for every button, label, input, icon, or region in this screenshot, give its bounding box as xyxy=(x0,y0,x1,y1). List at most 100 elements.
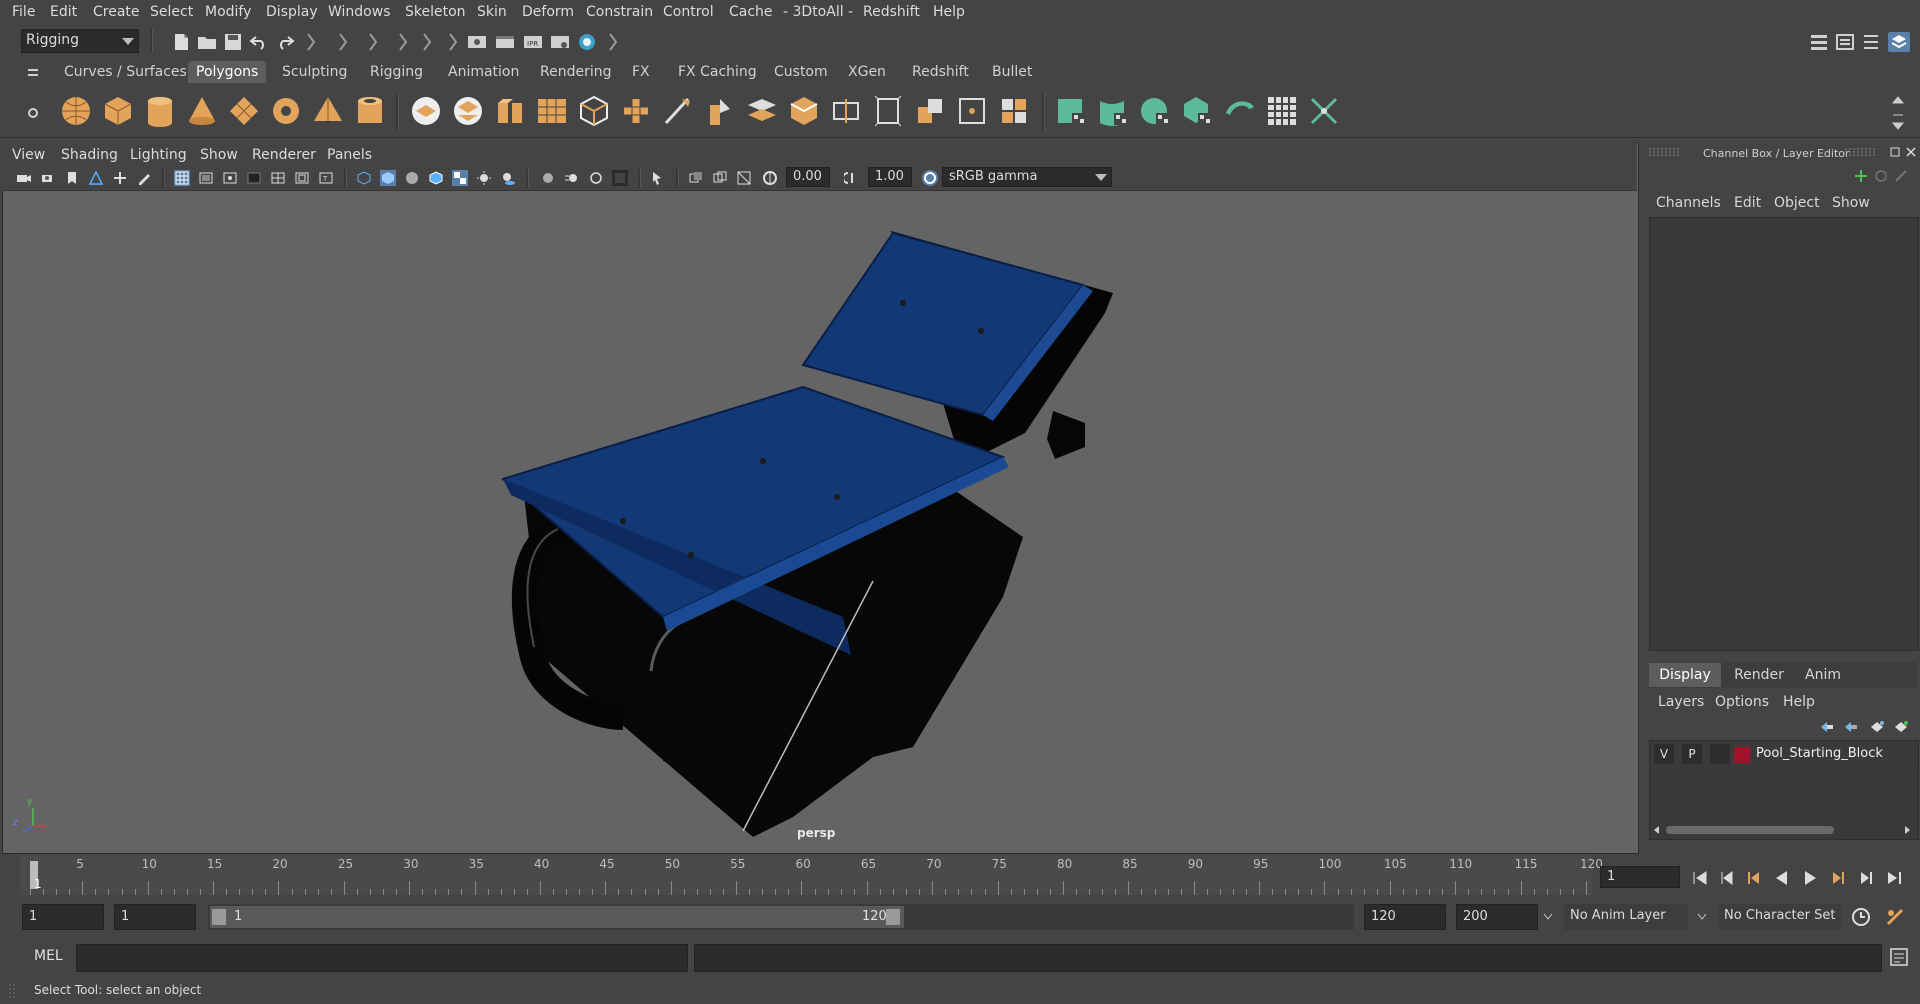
scene-render[interactable] xyxy=(3,191,1638,851)
wireframe-on-shaded-icon[interactable] xyxy=(428,170,444,186)
current-frame-field[interactable]: 1 xyxy=(1600,866,1680,888)
extrude-icon[interactable] xyxy=(492,93,528,129)
range-slider-handle[interactable]: 1 120 xyxy=(210,906,904,928)
color-management-icon[interactable] xyxy=(922,170,938,186)
rotate-icon[interactable] xyxy=(1873,168,1889,184)
step-forward-key-icon[interactable] xyxy=(1828,868,1848,888)
auto-key-icon[interactable] xyxy=(1850,906,1872,928)
collapse-arrow-icon[interactable] xyxy=(606,32,620,52)
bridge-icon[interactable] xyxy=(534,93,570,129)
safe-action-icon[interactable] xyxy=(294,170,310,186)
character-set-dropdown[interactable]: No Character Set xyxy=(1718,904,1842,930)
menu-skin[interactable]: Skin xyxy=(477,4,507,20)
menu-deform[interactable]: Deform xyxy=(522,4,574,20)
menu-modify[interactable]: Modify xyxy=(205,4,251,20)
play-forwards-icon[interactable] xyxy=(1800,868,1820,888)
cb-menu-edit[interactable]: Edit xyxy=(1734,195,1761,211)
cb-menu-channels[interactable]: Channels xyxy=(1656,195,1721,211)
range-slider-track[interactable]: 1 120 xyxy=(208,904,1354,930)
step-back-key-icon[interactable] xyxy=(1744,868,1764,888)
move-layer-up-icon[interactable] xyxy=(1819,720,1835,734)
gamma-icon[interactable] xyxy=(844,170,860,186)
grid-toggle-icon[interactable] xyxy=(174,170,190,186)
xray-joints-icon[interactable] xyxy=(712,170,728,186)
grease-pencil-icon[interactable] xyxy=(136,170,152,186)
connect-icon[interactable] xyxy=(744,93,780,129)
shelf-tab-xgen[interactable]: XGen xyxy=(840,61,894,83)
cb-menu-object[interactable]: Object xyxy=(1774,195,1820,211)
hypershade-icon[interactable] xyxy=(576,32,598,52)
chevron-down-icon[interactable] xyxy=(1542,912,1554,922)
poly-torus-icon[interactable] xyxy=(268,93,304,129)
scroll-left-icon[interactable] xyxy=(1652,825,1662,835)
redo-icon[interactable] xyxy=(274,32,296,52)
layer-menu-layers[interactable]: Layers xyxy=(1658,694,1704,710)
uv-unfold-icon[interactable] xyxy=(1222,93,1258,129)
toggle-tool-settings-icon[interactable] xyxy=(1860,32,1882,52)
scrollbar-thumb[interactable] xyxy=(1666,826,1834,834)
animation-start-field[interactable]: 1 xyxy=(22,904,104,930)
command-input[interactable] xyxy=(76,944,688,972)
toggle-channel-box-icon[interactable] xyxy=(1888,32,1910,52)
target-weld-icon[interactable] xyxy=(702,93,738,129)
float-panel-icon[interactable] xyxy=(1889,146,1901,158)
play-backwards-icon[interactable] xyxy=(1772,868,1792,888)
collapse-arrow-icon[interactable] xyxy=(420,32,434,52)
textured-icon[interactable] xyxy=(452,170,468,186)
animation-preferences-icon[interactable] xyxy=(1884,906,1906,928)
menu-file[interactable]: File xyxy=(12,4,35,20)
anti-aliasing-icon[interactable] xyxy=(588,170,604,186)
smooth-shade-icon[interactable] xyxy=(380,170,396,186)
shadows-icon[interactable] xyxy=(500,170,516,186)
screen-space-ao-icon[interactable] xyxy=(540,170,556,186)
menuset-dropdown[interactable]: Rigging xyxy=(21,29,139,53)
render-frame-icon[interactable] xyxy=(494,32,516,52)
layer-visibility-toggle[interactable]: V xyxy=(1654,744,1674,764)
menu-constrain[interactable]: Constrain xyxy=(586,4,653,20)
colorspace-dropdown[interactable]: sRGB gamma xyxy=(942,167,1112,187)
channel-list[interactable] xyxy=(1649,217,1919,651)
vp-menu-panels[interactable]: Panels xyxy=(327,147,372,163)
animation-end-field[interactable]: 200 xyxy=(1456,904,1538,930)
bounding-box-icon[interactable] xyxy=(870,93,906,129)
cb-menu-show[interactable]: Show xyxy=(1832,195,1870,211)
film-gate-icon[interactable] xyxy=(198,170,214,186)
exposure-field[interactable]: 0.00 xyxy=(786,167,830,187)
uv-editor-icon[interactable] xyxy=(996,93,1032,129)
layer-horizontal-scrollbar[interactable] xyxy=(1652,824,1914,836)
poly-plane-icon[interactable] xyxy=(226,93,262,129)
scale-icon[interactable] xyxy=(1893,168,1909,184)
vp-menu-lighting[interactable]: Lighting xyxy=(130,147,187,163)
render-settings-icon[interactable] xyxy=(549,32,571,52)
layer-row[interactable]: V P Pool_Starting_Block xyxy=(1652,743,1914,767)
move-layer-down-icon[interactable] xyxy=(1843,720,1859,734)
render-view-icon[interactable] xyxy=(466,32,488,52)
poly-pyramid-icon[interactable] xyxy=(310,93,346,129)
shelf-tab-curves-surfaces[interactable]: Curves / Surfaces xyxy=(56,61,195,83)
append-polygon-icon[interactable] xyxy=(618,93,654,129)
smooth-icon[interactable] xyxy=(786,93,822,129)
script-editor-icon[interactable] xyxy=(1888,946,1910,968)
chevron-down-icon[interactable] xyxy=(1696,912,1708,922)
script-language-toggle[interactable]: MEL xyxy=(34,948,63,964)
depth-of-field-icon[interactable] xyxy=(612,170,628,186)
layer-playback-toggle[interactable]: P xyxy=(1682,744,1702,764)
menu-redshift[interactable]: Redshift xyxy=(863,4,920,20)
open-scene-icon[interactable] xyxy=(196,32,218,52)
layer-display-type-toggle[interactable] xyxy=(1710,744,1730,764)
vp-menu-renderer[interactable]: Renderer xyxy=(252,147,316,163)
exposure-icon[interactable] xyxy=(762,170,778,186)
layer-menu-options[interactable]: Options xyxy=(1715,694,1769,710)
multi-cut-icon[interactable] xyxy=(660,93,696,129)
go-to-start-icon[interactable] xyxy=(1690,868,1710,888)
panel-grip-icon[interactable] xyxy=(1649,146,1679,158)
menu-control[interactable]: Control xyxy=(663,4,714,20)
isolate-select-icon[interactable] xyxy=(650,170,666,186)
vp-menu-view[interactable]: View xyxy=(12,147,45,163)
field-chart-icon[interactable] xyxy=(270,170,286,186)
anim-layer-dropdown[interactable]: No Anim Layer xyxy=(1564,904,1688,930)
uv-automatic-icon[interactable] xyxy=(1180,93,1216,129)
menu-skeleton[interactable]: Skeleton xyxy=(405,4,466,20)
menu-help[interactable]: Help xyxy=(933,4,965,20)
layer-tab-display[interactable]: Display xyxy=(1649,663,1721,687)
